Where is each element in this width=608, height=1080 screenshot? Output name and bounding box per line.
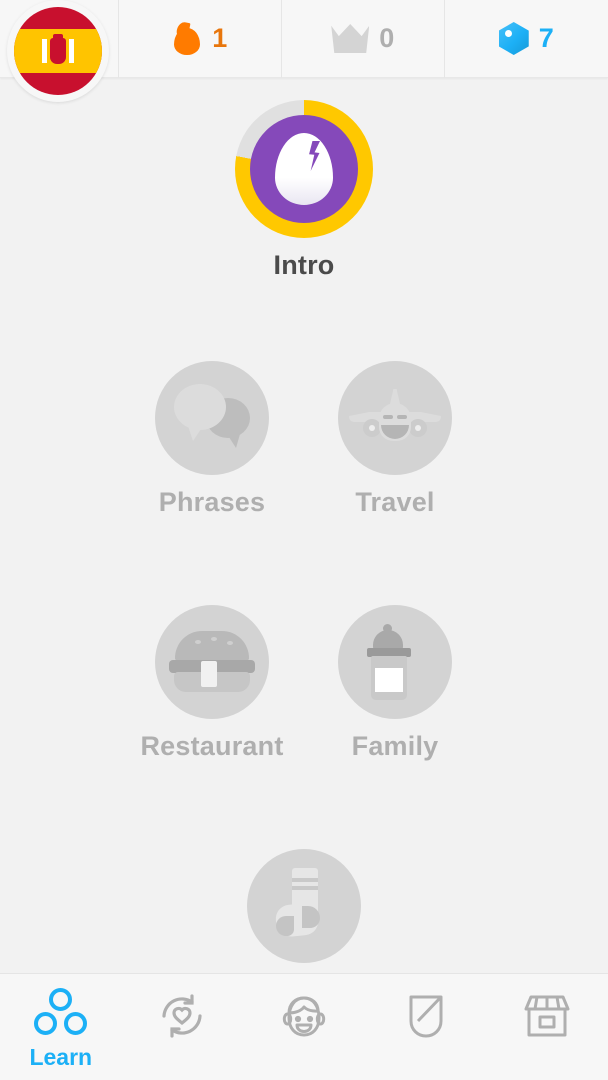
nav-item-profile[interactable] — [243, 974, 365, 1080]
egg-icon — [275, 133, 333, 205]
burger-icon — [169, 631, 255, 693]
skill-label-restaurant: Restaurant — [140, 731, 284, 761]
learn-circles-icon — [33, 988, 89, 1038]
language-flag-button[interactable] — [0, 0, 118, 102]
shield-icon — [398, 988, 454, 1044]
skill-label-intro: Intro — [273, 250, 335, 280]
skill-family[interactable]: Family — [300, 605, 490, 762]
skill-tree: Intro Phrases Travel Restaurant Family — [0, 78, 608, 973]
intro-node[interactable] — [235, 100, 373, 238]
skill-intro[interactable]: Intro — [209, 100, 399, 281]
crown-counter[interactable]: 0 — [281, 0, 444, 78]
spain-flag-icon — [14, 6, 102, 95]
crest-pillar-right — [69, 38, 74, 63]
practice-refresh-heart-icon — [154, 988, 210, 1044]
streak-value: 1 — [212, 23, 228, 53]
family-node[interactable] — [338, 605, 452, 719]
streak-counter[interactable]: 1 — [118, 0, 281, 78]
nav-label-learn: Learn — [29, 1044, 93, 1070]
profile-face-icon — [276, 988, 332, 1044]
crest-pillar-left — [42, 38, 47, 63]
gem-icon — [498, 22, 529, 55]
skill-label-phrases: Phrases — [158, 487, 266, 517]
nav-item-shop[interactable] — [486, 974, 608, 1080]
flag-circle[interactable] — [7, 0, 109, 102]
crest-shield — [50, 33, 66, 64]
nav-item-practice[interactable] — [122, 974, 244, 1080]
gem-counter[interactable]: 7 — [444, 0, 608, 78]
intro-node-circle — [250, 115, 358, 223]
top-stats-header: 1 0 7 — [0, 0, 608, 102]
speech-bubbles-icon — [174, 384, 250, 452]
skill-label-family: Family — [351, 731, 439, 761]
nav-item-leagues[interactable] — [365, 974, 487, 1080]
restaurant-node[interactable] — [155, 605, 269, 719]
crown-icon — [331, 24, 370, 53]
skill-travel[interactable]: Travel — [300, 361, 490, 518]
skill-restaurant[interactable]: Restaurant — [117, 605, 307, 762]
travel-node[interactable] — [338, 361, 452, 475]
bottom-navigation: Learn — [0, 973, 608, 1080]
flame-icon — [172, 20, 202, 56]
phrases-node[interactable] — [155, 361, 269, 475]
skill-clothing[interactable] — [209, 849, 399, 973]
gem-value: 7 — [538, 23, 555, 53]
skill-label-travel: Travel — [355, 487, 435, 517]
clothing-node[interactable] — [247, 849, 361, 963]
airplane-icon — [349, 387, 441, 449]
sock-icon — [274, 868, 332, 944]
shop-storefront-icon — [518, 988, 576, 1044]
nav-item-learn[interactable]: Learn — [0, 974, 122, 1080]
flag-crest — [42, 33, 74, 64]
skill-phrases[interactable]: Phrases — [117, 361, 307, 518]
crown-value: 0 — [379, 23, 395, 53]
baby-bottle-icon — [365, 624, 425, 700]
